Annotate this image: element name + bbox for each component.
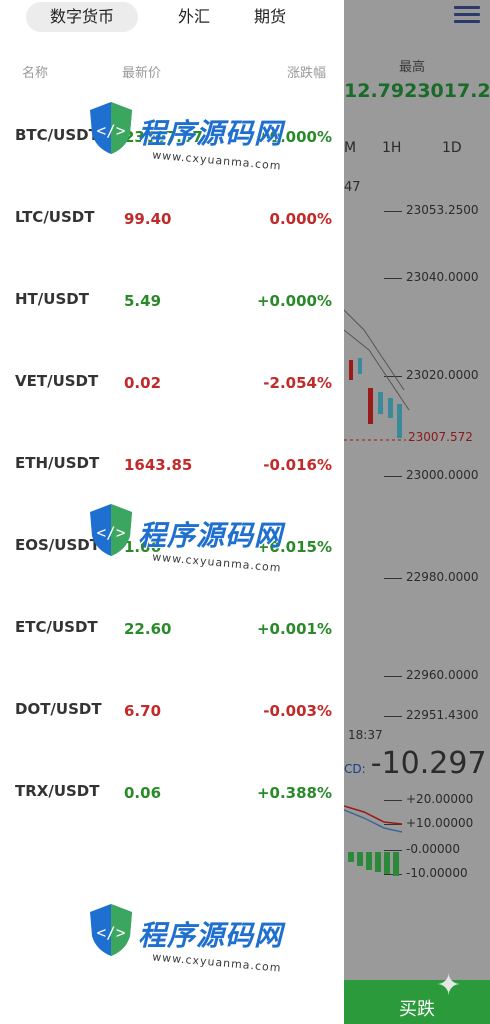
market-symbol: HT/USDT — [15, 290, 89, 308]
price-axis-label: 22951.4300 — [384, 708, 479, 722]
market-row[interactable]: VET/USDT 0.02 -2.054% — [0, 362, 344, 402]
interval-tab-m[interactable]: M — [344, 140, 356, 156]
column-header-name: 名称 — [22, 66, 49, 81]
market-price: 99.40 — [124, 210, 172, 228]
price-axis-label: 23020.0000 — [384, 368, 479, 382]
menu-icon[interactable] — [454, 2, 480, 27]
small-tick: 47 — [344, 180, 361, 195]
watermark-shield-icon: </> — [90, 102, 132, 154]
market-change: -2.054% — [263, 374, 332, 392]
market-change: 0.000% — [269, 210, 332, 228]
watermark-title: 程序源码网 — [138, 519, 284, 552]
time-label: 18:37 — [348, 728, 383, 742]
tab-crypto[interactable]: 数字货币 — [26, 2, 138, 32]
market-change: -0.003% — [263, 702, 332, 720]
macd-value: -10.297 — [370, 746, 487, 781]
chart-background: 最高 12.7923017.2 M 1H 1D 47 23053.2500 23… — [344, 0, 490, 1024]
market-symbol: TRX/USDT — [15, 782, 100, 800]
macd-graphic — [344, 805, 403, 876]
tab-forex[interactable]: 外汇 — [164, 2, 224, 32]
watermark-title: 程序源码网 — [138, 117, 284, 150]
market-change: +0.001% — [256, 620, 332, 638]
watermark: </> 程序源码网 www.cxyuanma.com — [86, 498, 296, 590]
macd-axis-label: +20.00000 — [383, 792, 474, 806]
market-symbol: VET/USDT — [15, 372, 99, 390]
macd-readout: CD: -10.297 — [344, 746, 487, 781]
macd-key: CD: — [344, 762, 366, 776]
macd-axis-label: +10.00000 — [383, 816, 474, 830]
market-price: 6.70 — [124, 702, 162, 720]
market-row[interactable]: TRX/USDT 0.06 +0.388% — [0, 772, 344, 812]
market-row[interactable]: LTC/USDT 99.40 0.000% — [0, 198, 344, 238]
sell-short-button[interactable]: 买跌 — [344, 980, 490, 1024]
watermark: </> 程序源码网 www.cxyuanma.com — [86, 898, 296, 990]
market-change: -0.016% — [263, 456, 332, 474]
market-row[interactable]: DOT/USDT 6.70 -0.003% — [0, 690, 344, 730]
market-price: 0.02 — [124, 374, 162, 392]
market-row[interactable]: HT/USDT 5.49 +0.000% — [0, 280, 344, 320]
watermark-shield-icon: </> — [90, 504, 132, 556]
watermark-url: www.cxyuanma.com — [151, 148, 283, 173]
price-axis-label: 23000.0000 — [384, 468, 479, 482]
last-price-marker: 23007.572 — [408, 430, 473, 444]
price-axis-label: 23040.0000 — [384, 270, 479, 284]
candles-graphic — [344, 309, 410, 441]
watermark-title: 程序源码网 — [138, 919, 284, 952]
market-symbol: LTC/USDT — [15, 208, 95, 226]
watermark-url: www.cxyuanma.com — [151, 550, 283, 575]
interval-tab-1h[interactable]: 1H — [382, 140, 401, 156]
market-price: 0.06 — [124, 784, 162, 802]
market-row[interactable]: ETH/USDT 1643.85 -0.016% — [0, 444, 344, 484]
price-axis-label: 22980.0000 — [384, 570, 479, 584]
column-header-change: 涨跌幅 — [286, 66, 326, 81]
market-price: 22.60 — [124, 620, 172, 638]
market-change: +0.388% — [256, 784, 332, 802]
watermark: </> 程序源码网 www.cxyuanma.com — [86, 96, 296, 188]
market-price: 5.49 — [124, 292, 162, 310]
market-tabs: 数字货币 外汇 期货 — [0, 0, 344, 36]
market-symbol: DOT/USDT — [15, 700, 102, 718]
macd-axis-label: -10.00000 — [384, 866, 468, 880]
market-drawer: 数字货币 外汇 期货 名称 最新价 涨跌幅 BTC/USDT 23007.57 +0… — [0, 0, 344, 1024]
market-price: 1643.85 — [124, 456, 193, 474]
svg-text:</>: </> — [97, 523, 126, 542]
watermark-shield-icon: </> — [90, 904, 132, 956]
sparkle-icon: ✦ — [436, 968, 462, 1003]
tab-futures[interactable]: 期货 — [240, 2, 300, 32]
svg-text:</>: </> — [97, 923, 126, 942]
market-symbol: ETH/USDT — [15, 454, 100, 472]
market-change: +0.000% — [256, 292, 332, 310]
svg-text:</>: </> — [97, 121, 126, 140]
high-value: 12.7923017.2 — [344, 80, 490, 102]
interval-tab-1d[interactable]: 1D — [442, 140, 462, 156]
high-label: 最高 — [399, 60, 426, 75]
market-symbol: ETC/USDT — [15, 618, 98, 636]
price-axis-label: 22960.0000 — [384, 668, 479, 682]
macd-axis-label: -0.00000 — [384, 842, 460, 856]
watermark-url: www.cxyuanma.com — [151, 950, 283, 975]
column-header-last: 最新价 — [122, 66, 162, 81]
price-axis-label: 23053.2500 — [384, 203, 479, 217]
market-row[interactable]: ETC/USDT 22.60 +0.001% — [0, 608, 344, 648]
